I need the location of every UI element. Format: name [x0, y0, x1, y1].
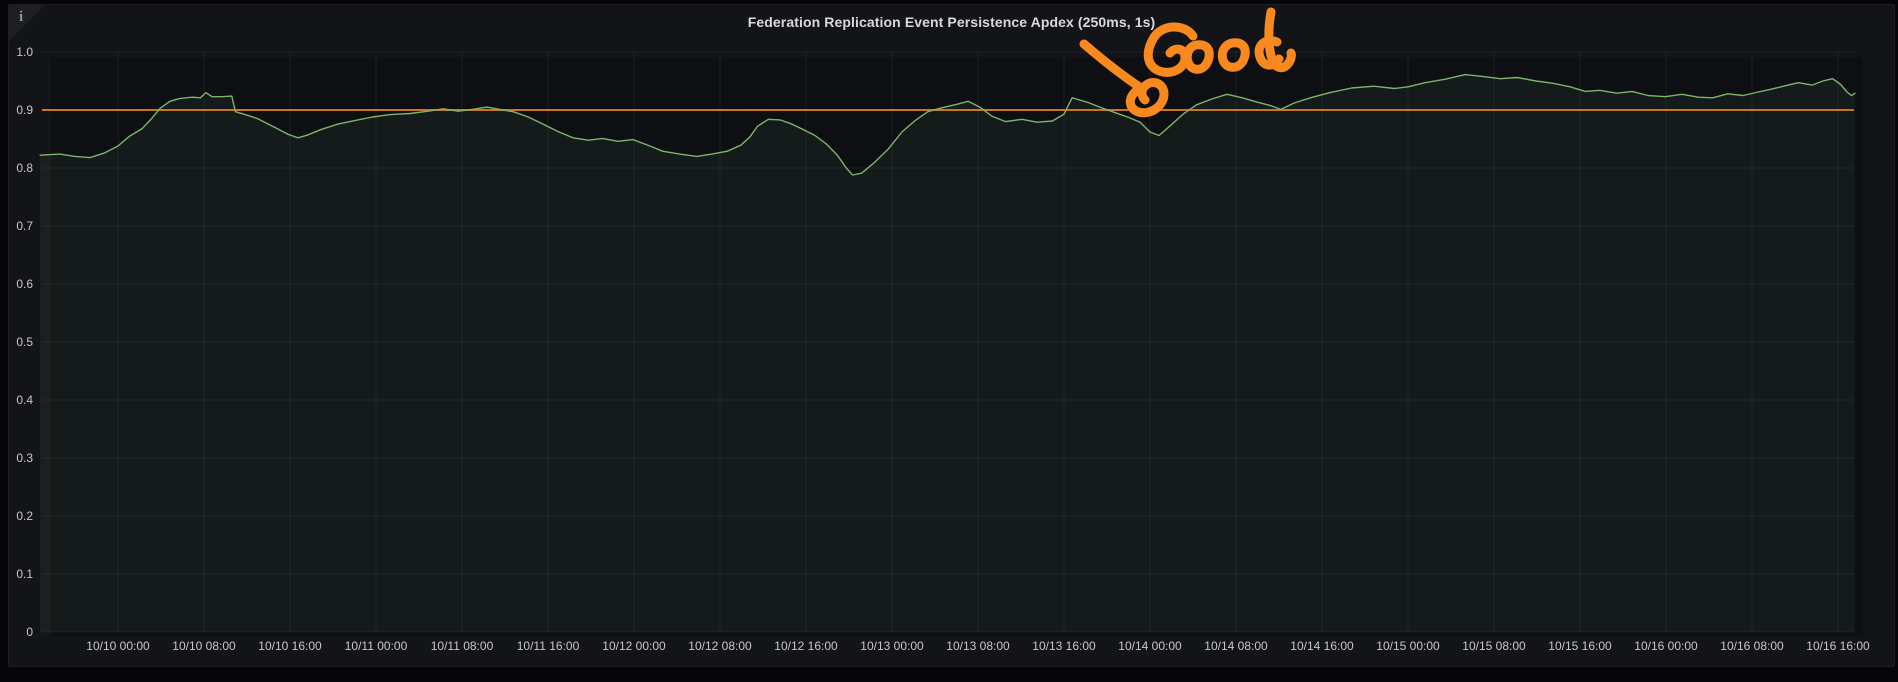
plot-area-background: [51, 57, 1863, 637]
panel-title[interactable]: Federation Replication Event Persistence…: [9, 14, 1894, 30]
grafana-panel: i Federation Replication Event Persisten…: [8, 4, 1895, 667]
page: { "panel": { "title": "Federation Replic…: [0, 0, 1898, 682]
